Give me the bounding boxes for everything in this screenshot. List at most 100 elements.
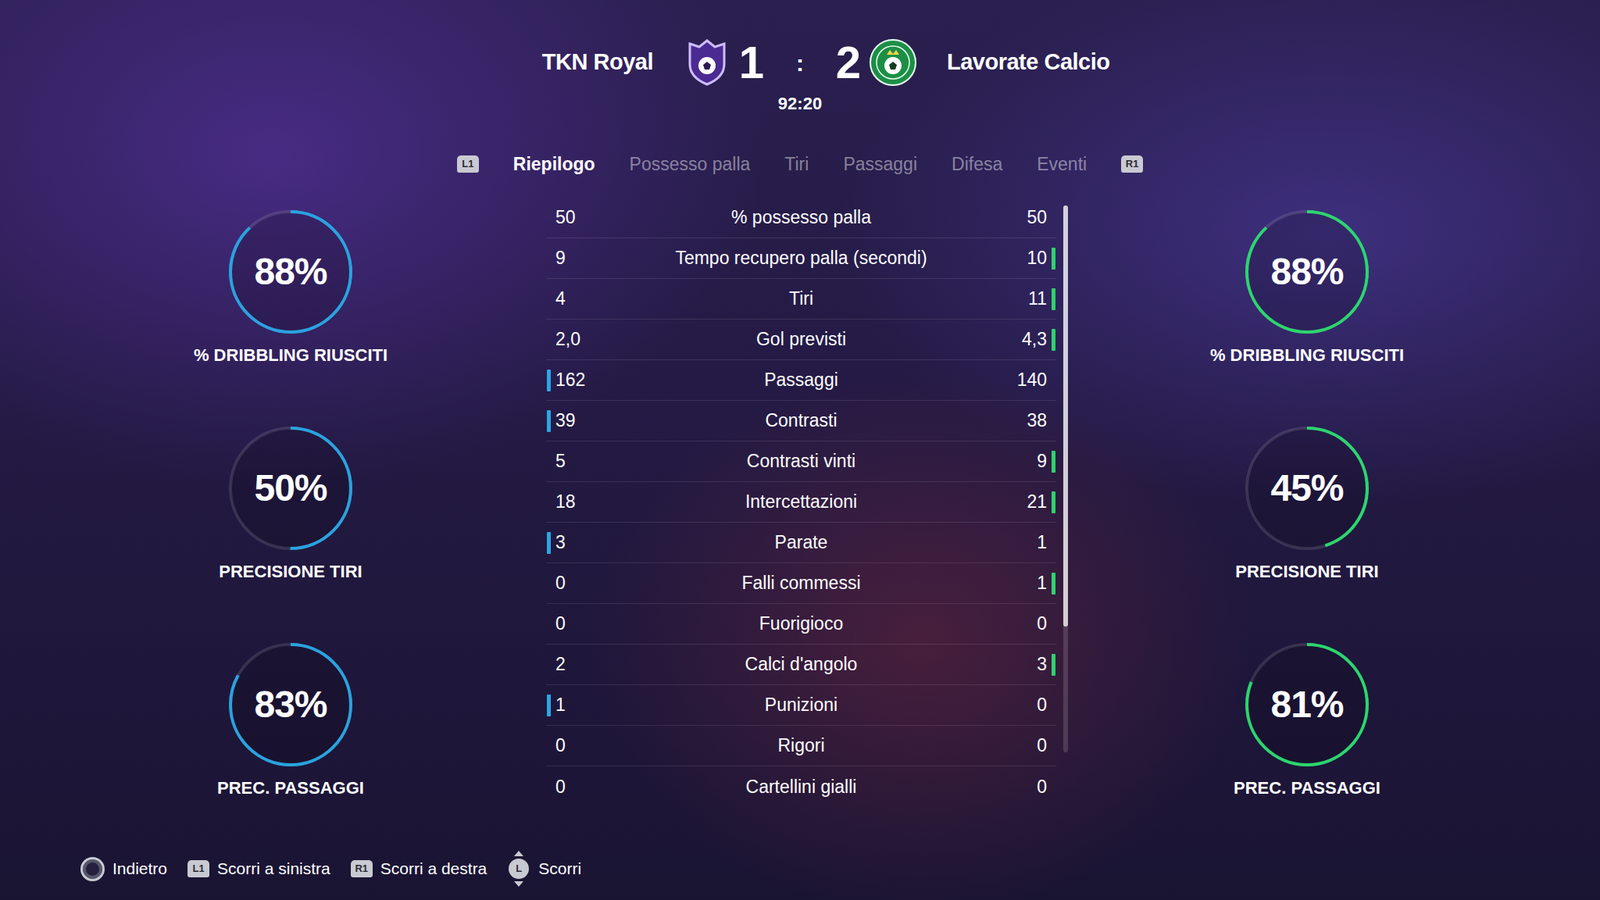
stats-row: 50% possesso palla50: [546, 197, 1057, 239]
away-value-cell: 1: [970, 569, 1057, 597]
home-value: 1: [555, 691, 566, 719]
home-value-cell: 0: [546, 610, 633, 638]
scrollbar-thumb[interactable]: [1063, 205, 1068, 627]
control-hint[interactable]: LScorri: [507, 856, 582, 882]
away-crest-icon: [867, 37, 918, 88]
stats-tab[interactable]: Tiri: [784, 150, 809, 179]
away-lead-marker: [1051, 491, 1056, 514]
away-value: 0: [1036, 610, 1047, 638]
away-lead-marker: [1051, 572, 1056, 595]
control-label: Scorri: [538, 856, 582, 882]
home-value: 5: [555, 447, 566, 475]
stats-row: 0Rigori0: [546, 725, 1057, 767]
away-value-cell: 4,3: [970, 325, 1057, 354]
stats-tabs: L1 Riepilogo Possesso palla Tiri Passaggi Dif…: [0, 150, 1600, 179]
home-value-cell: 50: [546, 203, 633, 232]
home-value-cell: 0: [546, 732, 633, 760]
away-value: 21: [1026, 488, 1047, 516]
stats-row: 18Intercettazioni21: [546, 482, 1057, 523]
ring-gauge: 83%: [227, 641, 354, 768]
stats-table-panel: 50% possesso palla509Tempo recupero pall…: [546, 197, 1078, 858]
away-value-cell: 1: [970, 528, 1057, 557]
stats-row: 162Passaggi140: [546, 360, 1057, 401]
stats-row: 3Parate1: [546, 522, 1057, 564]
home-score: 1: [732, 39, 772, 86]
ring-value: 50%: [227, 425, 354, 552]
home-team-name: TKN Royal: [542, 45, 654, 80]
stats-row: 0Falli commessi1: [546, 563, 1057, 604]
stats-row: 5Contrasti vinti9: [546, 441, 1057, 483]
ring-label: PRECISIONE TIRI: [218, 560, 362, 584]
stat-label: Calci d'angolo: [632, 650, 971, 679]
home-value-cell: 2: [546, 650, 633, 679]
prev-tab-button[interactable]: L1: [457, 155, 479, 173]
up-arrow-icon: [514, 850, 524, 857]
stat-label: Parate: [632, 528, 971, 557]
scrollbar[interactable]: [1063, 205, 1068, 753]
stat-label: % possesso palla: [632, 203, 971, 232]
stat-ring: 88% % DRIBBLING RIUSCITI: [1174, 208, 1440, 425]
away-value-cell: 50: [970, 203, 1057, 232]
stats-tab[interactable]: Riepilogo: [513, 150, 596, 179]
ring-gauge: 88%: [1243, 208, 1371, 336]
away-value-cell: 10: [970, 244, 1057, 272]
away-lead-marker: [1051, 653, 1056, 676]
ring-gauge: 50%: [227, 425, 354, 552]
away-value: 9: [1036, 447, 1047, 475]
control-hint[interactable]: Indietro: [80, 856, 168, 882]
away-rings: 88%% DRIBBLING RIUSCITI45%PRECISIONE TIR…: [1077, 197, 1600, 858]
ring-gauge: 81%: [1243, 641, 1371, 768]
control-label: Indietro: [112, 856, 168, 882]
match-clock: 92:20: [0, 92, 1600, 115]
ring-label: % DRIBBLING RIUSCITI: [193, 343, 388, 368]
ring-label: PREC. PASSAGGI: [217, 776, 365, 800]
away-value: 1: [1036, 569, 1047, 597]
stat-ring: 83% PREC. PASSAGGI: [157, 641, 424, 858]
stats-area: 88% % DRIBBLING RIUSCITI 50% PRECISIONE TIR…: [0, 197, 1600, 858]
next-tab-button[interactable]: R1: [1121, 155, 1143, 173]
home-value-cell: 39: [546, 407, 633, 435]
away-value-cell: 0: [970, 773, 1057, 801]
home-value-cell: 0: [546, 569, 633, 597]
home-value: 18: [555, 488, 576, 516]
ring-label: PREC. PASSAGGI: [1233, 776, 1381, 800]
home-value-cell: 5: [546, 447, 633, 475]
away-value: 140: [1017, 366, 1047, 394]
circle-button-icon: [80, 857, 105, 882]
home-team: TKN Royal: [0, 37, 733, 88]
home-value: 2: [555, 650, 566, 679]
home-lead-marker: [546, 369, 551, 392]
home-value: 0: [555, 610, 566, 638]
stats-tab[interactable]: Possesso palla: [629, 150, 751, 179]
stat-label: Gol previsti: [632, 325, 971, 354]
away-value: 0: [1036, 732, 1047, 760]
down-arrow-icon: [514, 881, 524, 887]
away-value-cell: 140: [970, 366, 1057, 394]
home-value-cell: 162: [546, 366, 633, 394]
control-hint[interactable]: L1Scorri a sinistra: [187, 856, 331, 882]
home-value: 9: [555, 244, 566, 272]
scoreboard: TKN Royal1:2Lavorate Calcio: [0, 0, 1600, 88]
away-value: 1: [1036, 528, 1047, 557]
home-value-cell: 4: [546, 285, 633, 313]
stats-tab[interactable]: Difesa: [951, 150, 1003, 179]
stat-ring: 50% PRECISIONE TIRI: [157, 425, 424, 642]
stats-row: 2,0Gol previsti4,3: [546, 319, 1057, 361]
stats-tab[interactable]: Passaggi: [842, 150, 918, 179]
match-stats-screen: TKN Royal1:2Lavorate Calcio92:20L1Riepil…: [0, 0, 1600, 900]
home-value-cell: 2,0: [546, 325, 633, 354]
ring-label: % DRIBBLING RIUSCITI: [1210, 343, 1404, 368]
ring-gauge: 45%: [1243, 425, 1371, 552]
away-value: 11: [1028, 285, 1047, 313]
home-value-cell: 0: [546, 773, 633, 801]
stats-table: 50% possesso palla509Tempo recupero pall…: [546, 197, 1057, 858]
score-separator: :: [790, 45, 810, 81]
home-lead-marker: [546, 410, 551, 433]
ring-gauge: 88%: [227, 208, 354, 336]
home-crest-icon: [682, 37, 733, 88]
away-value-cell: 11: [970, 285, 1057, 313]
stats-tab[interactable]: Eventi: [1036, 150, 1087, 179]
stat-ring: 88% % DRIBBLING RIUSCITI: [157, 208, 424, 425]
control-hint[interactable]: R1Scorri a destra: [350, 856, 488, 882]
stat-label: Fuorigioco: [632, 610, 971, 638]
